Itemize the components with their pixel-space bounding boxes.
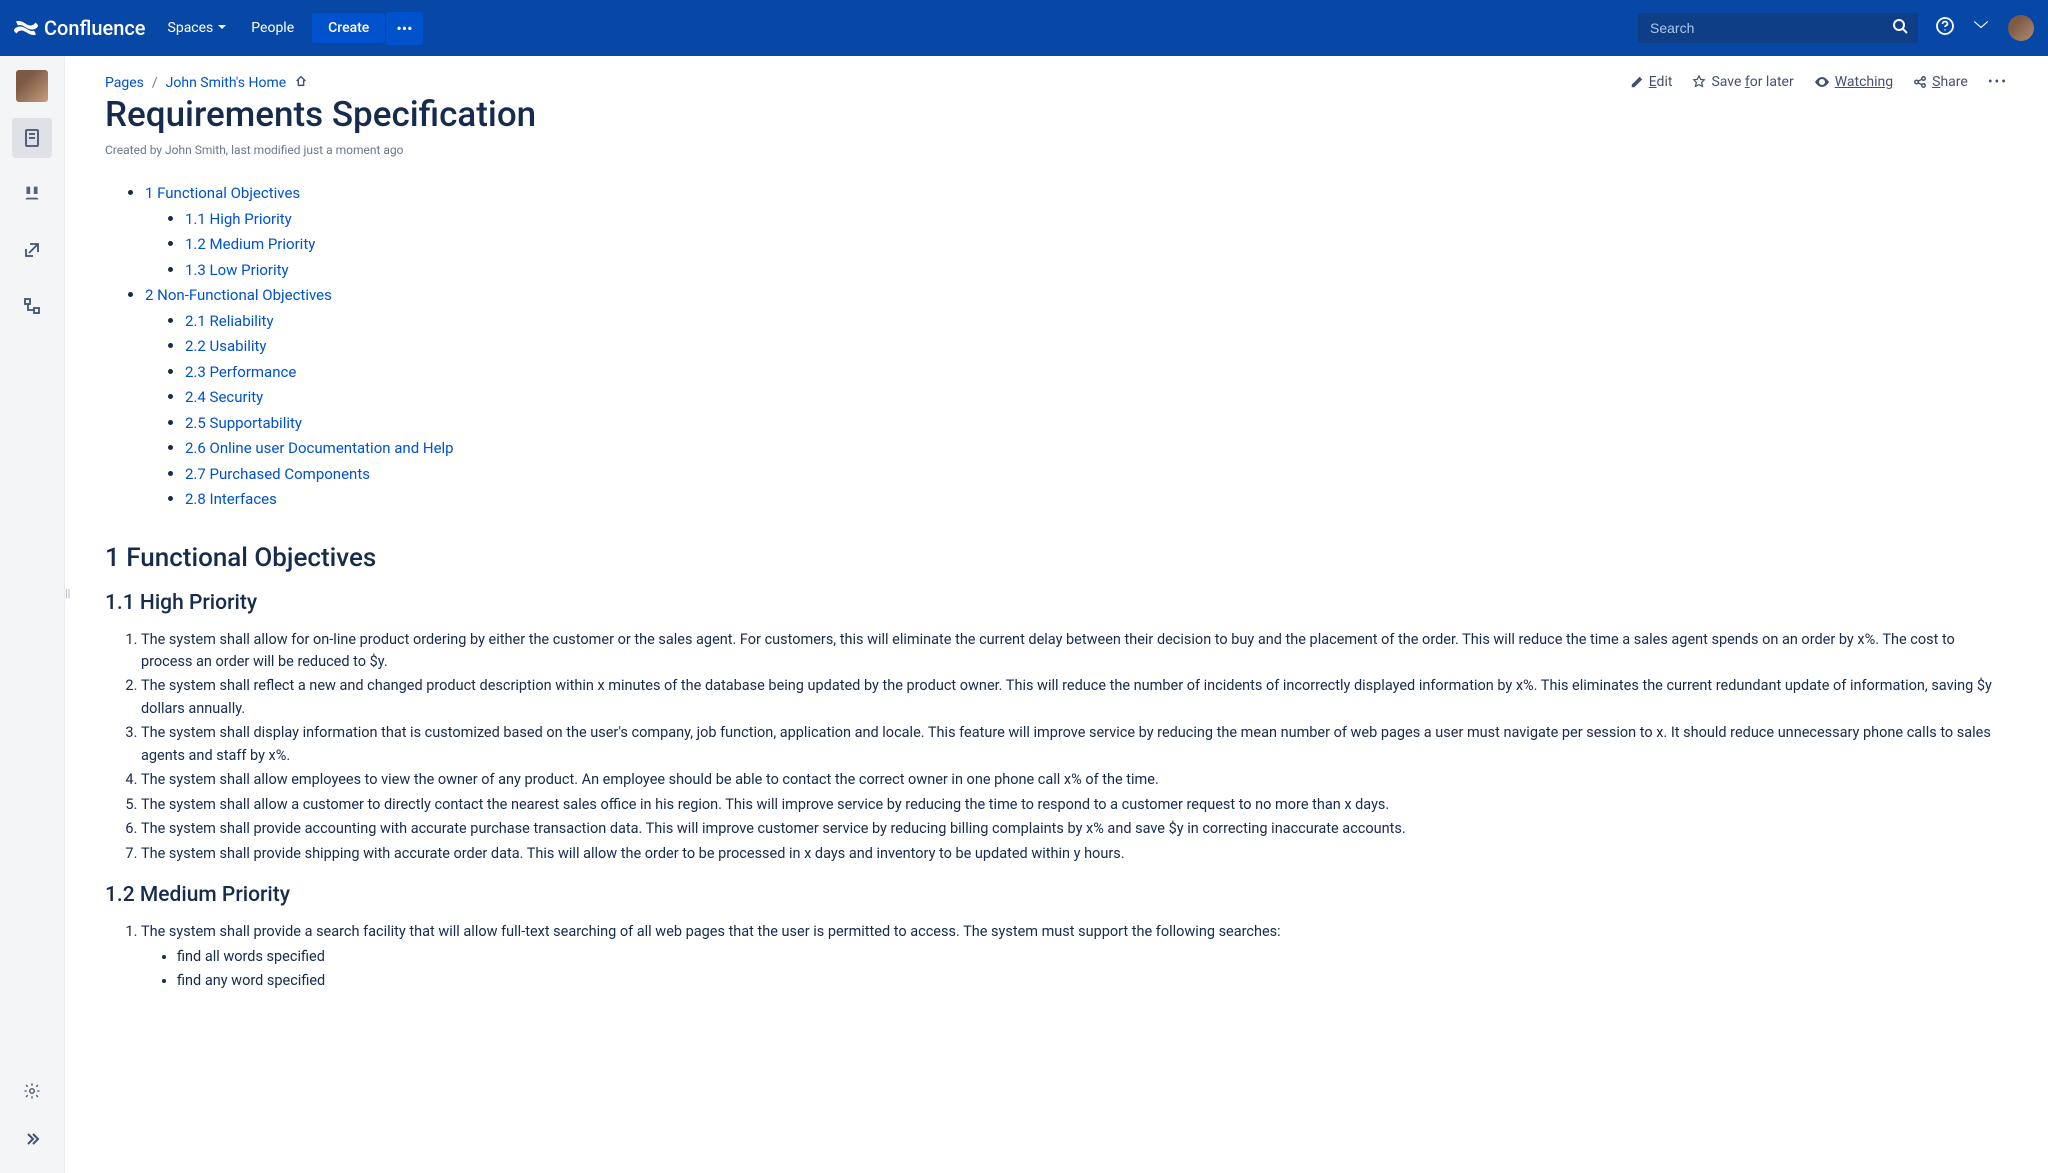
toc-link[interactable]: 2.5 Supportability bbox=[185, 414, 302, 432]
table-of-contents: 1 Functional Objectives 1.1 High Priorit… bbox=[105, 181, 2008, 513]
list-item: The system shall provide shipping with a… bbox=[141, 843, 2008, 865]
subsection-heading: 1.2 Medium Priority bbox=[105, 883, 2008, 907]
app-name: Confluence bbox=[44, 16, 146, 40]
toc-link[interactable]: 2.8 Interfaces bbox=[185, 490, 277, 508]
sidebar-item-blog[interactable] bbox=[12, 174, 52, 214]
toc-link[interactable]: 2.6 Online user Documentation and Help bbox=[185, 439, 454, 457]
list-item: The system shall reflect a new and chang… bbox=[141, 675, 2008, 720]
toc-link[interactable]: 1.3 Low Priority bbox=[185, 261, 289, 279]
sidebar-item-tree[interactable] bbox=[12, 286, 52, 326]
left-sidebar bbox=[0, 56, 65, 1173]
sidebar-item-pages[interactable] bbox=[12, 118, 52, 158]
page-meta: Created by John Smith, last modified jus… bbox=[105, 143, 2008, 157]
search-input[interactable] bbox=[1638, 13, 1918, 43]
notifications-icon[interactable] bbox=[1972, 17, 1990, 39]
save-for-later-button[interactable]: Save for laterSave for later bbox=[1692, 74, 1793, 90]
list-item: find any word specified bbox=[177, 970, 2008, 992]
app-logo[interactable]: Confluence bbox=[14, 16, 158, 40]
more-actions-button[interactable]: ••• bbox=[1988, 74, 2008, 90]
subsection-heading: 1.1 High Priority bbox=[105, 591, 2008, 615]
list-item: The system shall allow for on-line produ… bbox=[141, 629, 2008, 674]
help-icon[interactable] bbox=[1936, 17, 1954, 39]
sidebar-expand-button[interactable] bbox=[12, 1119, 52, 1159]
edit-button[interactable]: EEditdit bbox=[1630, 74, 1673, 90]
watching-button[interactable]: Watching bbox=[1814, 74, 1893, 90]
sidebar-item-settings[interactable] bbox=[12, 1071, 52, 1111]
page-content-area: Pages / John Smith's Home EEditdit Save … bbox=[65, 56, 2048, 1173]
top-navigation-bar: Confluence Spaces People Create ••• bbox=[0, 0, 2048, 56]
list-item: The system shall allow employees to view… bbox=[141, 769, 2008, 791]
nav-people[interactable]: People bbox=[241, 14, 304, 42]
chevron-down-icon bbox=[217, 20, 227, 36]
search-box bbox=[1638, 13, 1918, 43]
nav-spaces[interactable]: Spaces bbox=[158, 14, 238, 42]
create-button[interactable]: Create bbox=[312, 13, 385, 43]
requirements-list: The system shall allow for on-line produ… bbox=[105, 629, 2008, 866]
section-heading: 1 Functional Objectives bbox=[105, 543, 2008, 573]
toc-link[interactable]: 2.3 Performance bbox=[185, 363, 296, 381]
toc-link[interactable]: 2 Non-Functional Objectives bbox=[145, 286, 332, 304]
list-item: find all words specified bbox=[177, 946, 2008, 968]
breadcrumb-pages[interactable]: Pages bbox=[105, 75, 144, 91]
sidebar-resize-handle[interactable]: || bbox=[65, 587, 70, 600]
create-more-button[interactable]: ••• bbox=[386, 12, 422, 45]
space-avatar[interactable] bbox=[16, 70, 48, 102]
confluence-logo-icon bbox=[14, 16, 38, 40]
page-title: Requirements Specification bbox=[105, 94, 2008, 135]
list-item: The system shall allow a customer to dir… bbox=[141, 794, 2008, 816]
requirements-list: The system shall provide a search facili… bbox=[105, 921, 2008, 992]
user-avatar[interactable] bbox=[2008, 15, 2034, 41]
toc-link[interactable]: 1 Functional Objectives bbox=[145, 184, 300, 202]
share-button[interactable]: ShareShare bbox=[1913, 74, 1968, 90]
toc-link[interactable]: 2.2 Usability bbox=[185, 337, 267, 355]
breadcrumb: Pages / John Smith's Home bbox=[105, 74, 308, 92]
page-actions: EEditdit Save for laterSave for later Wa… bbox=[1630, 74, 2008, 90]
toc-link[interactable]: 2.4 Security bbox=[185, 388, 263, 406]
ellipsis-icon: ••• bbox=[1988, 74, 2008, 90]
list-item: The system shall provide a search facili… bbox=[141, 921, 2008, 992]
toc-link[interactable]: 1.2 Medium Priority bbox=[185, 235, 315, 253]
ellipsis-icon: ••• bbox=[396, 19, 412, 38]
list-item: The system shall provide accounting with… bbox=[141, 818, 2008, 840]
home-icon bbox=[294, 74, 308, 92]
breadcrumb-home[interactable]: John Smith's Home bbox=[166, 75, 286, 91]
toc-link[interactable]: 1.1 High Priority bbox=[185, 210, 292, 228]
list-item: The system shall display information tha… bbox=[141, 722, 2008, 767]
search-icon[interactable] bbox=[1892, 18, 1908, 38]
sidebar-item-shortcut[interactable] bbox=[12, 230, 52, 270]
toc-link[interactable]: 2.7 Purchased Components bbox=[185, 465, 370, 483]
toc-link[interactable]: 2.1 Reliability bbox=[185, 312, 274, 330]
